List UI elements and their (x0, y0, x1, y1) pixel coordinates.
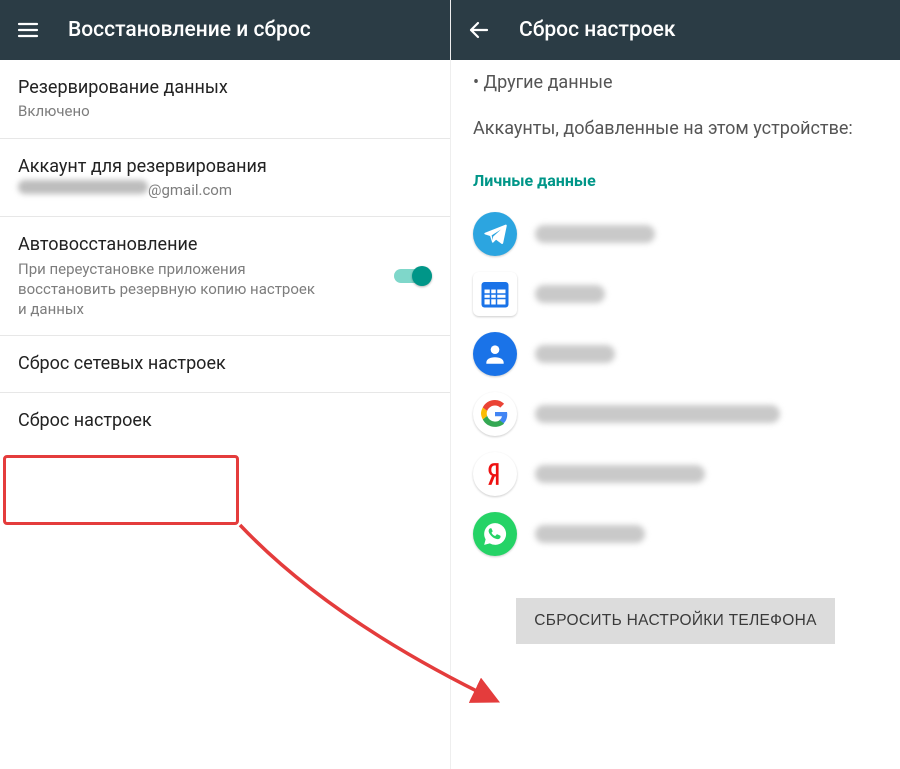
item-title: Аккаунт для резервирования (18, 155, 432, 178)
redacted-account-prefix (18, 180, 148, 194)
item-backup-data[interactable]: Резервирование данных Включено (0, 60, 450, 139)
autorestore-switch[interactable] (394, 266, 432, 286)
hamburger-icon[interactable] (16, 18, 40, 42)
item-title: Сброс сетевых настроек (18, 352, 432, 375)
bullet-other-data: • Другие данные (473, 72, 878, 93)
account-yandex (473, 444, 878, 504)
item-subtitle: Включено (18, 101, 358, 121)
whatsapp-icon (473, 512, 517, 556)
calendar-icon (473, 272, 517, 316)
yandex-icon (473, 452, 517, 496)
item-title: Резервирование данных (18, 76, 432, 99)
redacted-label (535, 525, 645, 543)
back-icon[interactable] (467, 18, 491, 42)
item-network-reset[interactable]: Сброс сетевых настроек (0, 336, 450, 392)
redacted-label (535, 345, 615, 363)
accounts-list (473, 204, 878, 564)
item-title: Автовосстановление (18, 233, 318, 256)
google-icon (473, 392, 517, 436)
item-subtitle: @gmail.com (18, 180, 358, 200)
item-subtitle: При переустановке приложения восстановит… (18, 259, 318, 320)
redacted-label (535, 285, 605, 303)
account-telegram (473, 204, 878, 264)
account-contacts (473, 324, 878, 384)
item-autorestore[interactable]: Автовосстановление При переустановке при… (0, 217, 450, 336)
item-backup-account[interactable]: Аккаунт для резервирования @gmail.com (0, 139, 450, 218)
reset-body: • Другие данные Аккаунты, добавленные на… (451, 60, 900, 644)
settings-list: Резервирование данных Включено Аккаунт д… (0, 60, 450, 769)
reset-phone-button[interactable]: СБРОСИТЬ НАСТРОЙКИ ТЕЛЕФОНА (516, 598, 835, 644)
section-personal-label: Личные данные (473, 171, 878, 190)
account-google (473, 384, 878, 444)
redacted-label (535, 405, 780, 423)
appbar-title: Сброс настроек (519, 18, 676, 42)
appbar-title: Восстановление и сброс (68, 18, 311, 42)
account-calendar (473, 264, 878, 324)
redacted-label (535, 225, 655, 243)
item-title: Сброс настроек (18, 409, 432, 432)
accounts-intro: Аккаунты, добавленные на этом устройстве… (473, 117, 878, 141)
appbar-left: Восстановление и сброс (0, 0, 450, 60)
screen-backup-reset: Восстановление и сброс Резервирование да… (0, 0, 450, 769)
appbar-right: Сброс настроек (451, 0, 900, 60)
item-factory-reset[interactable]: Сброс настроек (0, 393, 450, 448)
screen-reset-confirm: Сброс настроек • Другие данные Аккаунты,… (450, 0, 900, 769)
account-suffix: @gmail.com (148, 181, 232, 199)
redacted-label (535, 465, 705, 483)
person-icon (473, 332, 517, 376)
account-whatsapp (473, 504, 878, 564)
telegram-icon (473, 212, 517, 256)
